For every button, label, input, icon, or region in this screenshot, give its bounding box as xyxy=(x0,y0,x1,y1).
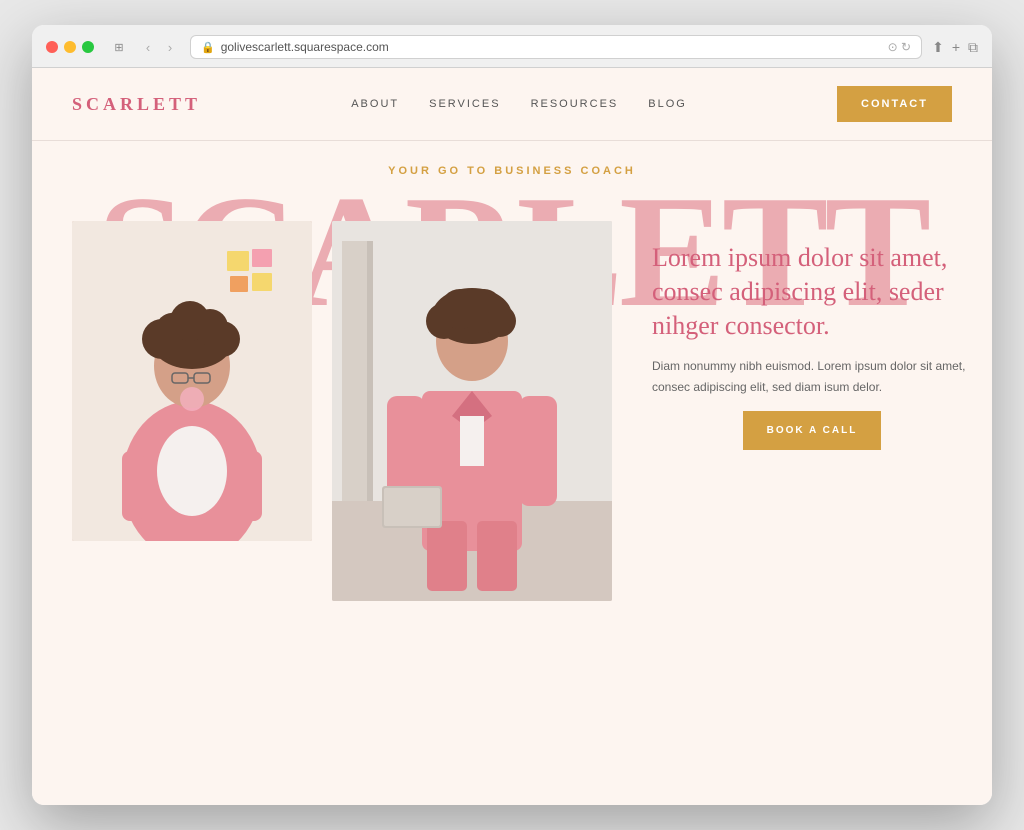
tile-icon[interactable]: ⊞ xyxy=(110,38,128,56)
windows-icon[interactable]: ⧉ xyxy=(968,39,978,56)
url-text: golivescarlett.squarespace.com xyxy=(221,40,389,54)
hero-text: Lorem ipsum dolor sit amet, consec adipi… xyxy=(632,221,992,601)
hero-subtext: Diam nonummy nibh euismod. Lorem ipsum d… xyxy=(652,356,972,397)
site-logo: SCARLETT xyxy=(72,94,201,115)
browser-window: ⊞ ‹ › 🔒 golivescarlett.squarespace.com ⊙… xyxy=(32,25,992,805)
website: SCARLETT ABOUT SERVICES RESOURCES BLOG C… xyxy=(32,68,992,805)
browser-actions: ⬆ + ⧉ xyxy=(932,39,978,56)
back-button[interactable]: ‹ xyxy=(138,37,158,57)
nav-services[interactable]: SERVICES xyxy=(429,98,500,110)
nav-resources[interactable]: RESOURCES xyxy=(531,98,619,110)
lock-icon: 🔒 xyxy=(201,41,215,54)
images-row: Lorem ipsum dolor sit amet, consec adipi… xyxy=(72,221,992,601)
forward-button[interactable]: › xyxy=(160,37,180,57)
nav-blog[interactable]: BLOG xyxy=(648,98,687,110)
hero-heading: Lorem ipsum dolor sit amet, consec adipi… xyxy=(652,241,972,342)
photo-left xyxy=(72,221,312,541)
photo-right xyxy=(332,221,612,601)
hero-section: YOUR GO TO BUSINESS COACH SCARLETT xyxy=(32,141,992,805)
hero-tagline: YOUR GO TO BUSINESS COACH xyxy=(32,165,992,177)
minimize-button[interactable] xyxy=(64,41,76,53)
address-bar[interactable]: 🔒 golivescarlett.squarespace.com ⊙ ↻ xyxy=(190,35,922,59)
close-button[interactable] xyxy=(46,41,58,53)
site-nav: ABOUT SERVICES RESOURCES BLOG xyxy=(351,98,687,110)
traffic-lights xyxy=(46,41,94,53)
share-icon[interactable]: ⬆ xyxy=(932,39,944,56)
browser-chrome: ⊞ ‹ › 🔒 golivescarlett.squarespace.com ⊙… xyxy=(32,25,992,68)
window-controls: ⊞ xyxy=(110,38,128,56)
nav-arrows: ‹ › xyxy=(138,37,180,57)
reader-icon: ⊙ ↻ xyxy=(888,40,911,54)
maximize-button[interactable] xyxy=(82,41,94,53)
new-tab-icon[interactable]: + xyxy=(952,39,960,56)
book-call-button[interactable]: BOOK A CALL xyxy=(743,411,882,450)
nav-about[interactable]: ABOUT xyxy=(351,98,399,110)
site-header: SCARLETT ABOUT SERVICES RESOURCES BLOG C… xyxy=(32,68,992,141)
contact-button[interactable]: CONTACT xyxy=(837,86,952,122)
